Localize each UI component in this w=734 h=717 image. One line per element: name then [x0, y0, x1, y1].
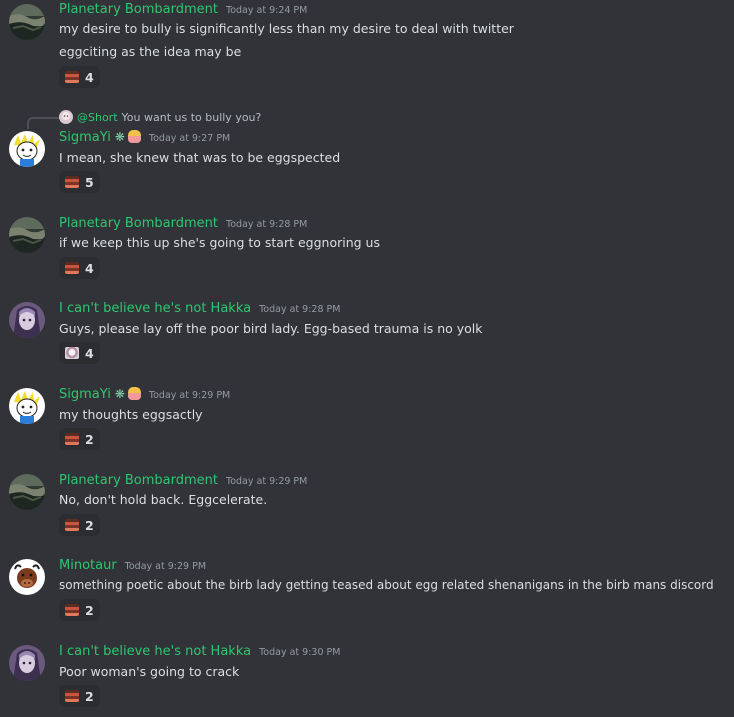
reaction-count: 4 — [85, 345, 94, 361]
message-text: Poor woman's going to crack — [59, 664, 240, 679]
username[interactable]: Planetary Bombardment — [59, 2, 218, 17]
reply-text: You want us to bully you? — [121, 110, 262, 124]
egg-reaction-icon — [65, 604, 79, 616]
role-badges: ❋ — [115, 130, 141, 144]
timestamp: Today at 9:24 PM — [226, 5, 308, 16]
message-text: Guys, please lay off the poor bird lady.… — [59, 321, 483, 336]
reply-author[interactable]: @Short — [77, 111, 118, 124]
planet-avatar-icon — [9, 474, 45, 510]
timestamp: Today at 9:29 PM — [148, 390, 231, 401]
username[interactable]: Planetary Bombardment — [59, 473, 218, 488]
username[interactable]: SigmaYi — [59, 130, 111, 145]
message-text: eggciting as the idea may be — [59, 44, 242, 59]
flower-icon: ❋ — [114, 130, 125, 144]
timestamp: Today at 9:29 PM — [226, 476, 308, 487]
username[interactable]: I can't believe he's not Hakka — [59, 644, 251, 659]
reaction-count: 4 — [85, 69, 94, 85]
username[interactable]: I can't believe he's not Hakka — [59, 301, 251, 316]
timestamp: Today at 9:30 PM — [259, 647, 341, 658]
bird-reaction-icon — [65, 347, 79, 359]
reaction-button[interactable]: 4 — [59, 342, 100, 364]
message-text: No, don't hold back. Eggcelerate. — [59, 492, 268, 507]
purple-avatar-icon — [9, 302, 45, 338]
role-badges: ❋ — [115, 387, 141, 401]
reaction-button[interactable]: 2 — [59, 685, 100, 707]
reply-preview[interactable]: @Short You want us to bully you? — [59, 110, 261, 124]
reply-connector — [27, 117, 59, 129]
flower-icon: ❋ — [114, 387, 125, 401]
reaction-button[interactable]: 2 — [59, 514, 100, 536]
reaction-count: 2 — [85, 517, 94, 533]
reaction-button[interactable]: 5 — [59, 171, 100, 193]
reaction-count: 2 — [85, 688, 94, 704]
avatar[interactable] — [9, 388, 45, 424]
reaction-button[interactable]: 4 — [59, 66, 100, 88]
message-text: something poetic about the birb lady get… — [59, 578, 714, 592]
message-text: I mean, she knew that was to be eggspect… — [59, 150, 341, 165]
planet-avatar-icon — [9, 217, 45, 253]
message-text: if we keep this up she's going to start … — [59, 235, 380, 250]
avatar[interactable] — [9, 474, 45, 510]
reply-avatar — [59, 110, 73, 124]
avatar[interactable] — [9, 559, 45, 595]
username[interactable]: Planetary Bombardment — [59, 216, 218, 231]
avatar[interactable] — [9, 302, 45, 338]
reaction-count: 2 — [85, 431, 94, 447]
cartoon-avatar-icon — [9, 131, 45, 167]
timestamp: Today at 9:29 PM — [124, 561, 207, 572]
egg-reaction-icon — [65, 176, 79, 188]
username[interactable]: Minotaur — [59, 558, 117, 573]
timestamp: Today at 9:28 PM — [259, 304, 341, 315]
reaction-count: 2 — [85, 602, 94, 618]
avatar[interactable] — [9, 4, 45, 40]
reaction-button[interactable]: 2 — [59, 599, 100, 621]
message-text: my desire to bully is significantly less… — [59, 21, 514, 36]
avatar[interactable] — [9, 217, 45, 253]
egg-reaction-icon — [65, 690, 79, 702]
egg-reaction-icon — [65, 433, 79, 445]
username[interactable]: SigmaYi — [59, 387, 111, 402]
message-text: my thoughts eggsactly — [59, 407, 203, 422]
minotaur-avatar-icon — [9, 559, 45, 595]
reaction-button[interactable]: 2 — [59, 428, 100, 450]
person-icon — [127, 130, 141, 143]
egg-reaction-icon — [65, 71, 79, 83]
cartoon-avatar-icon — [9, 388, 45, 424]
person-icon — [127, 387, 141, 400]
reaction-button[interactable]: 4 — [59, 257, 100, 279]
short-avatar-icon — [59, 110, 73, 124]
planet-avatar-icon — [9, 4, 45, 40]
timestamp: Today at 9:28 PM — [226, 219, 308, 230]
reaction-count: 5 — [85, 174, 94, 190]
reaction-count: 4 — [85, 260, 94, 276]
timestamp: Today at 9:27 PM — [148, 133, 231, 144]
avatar[interactable] — [9, 645, 45, 681]
egg-reaction-icon — [65, 262, 79, 274]
purple-avatar-icon — [9, 645, 45, 681]
egg-reaction-icon — [65, 519, 79, 531]
avatar[interactable] — [9, 131, 45, 167]
